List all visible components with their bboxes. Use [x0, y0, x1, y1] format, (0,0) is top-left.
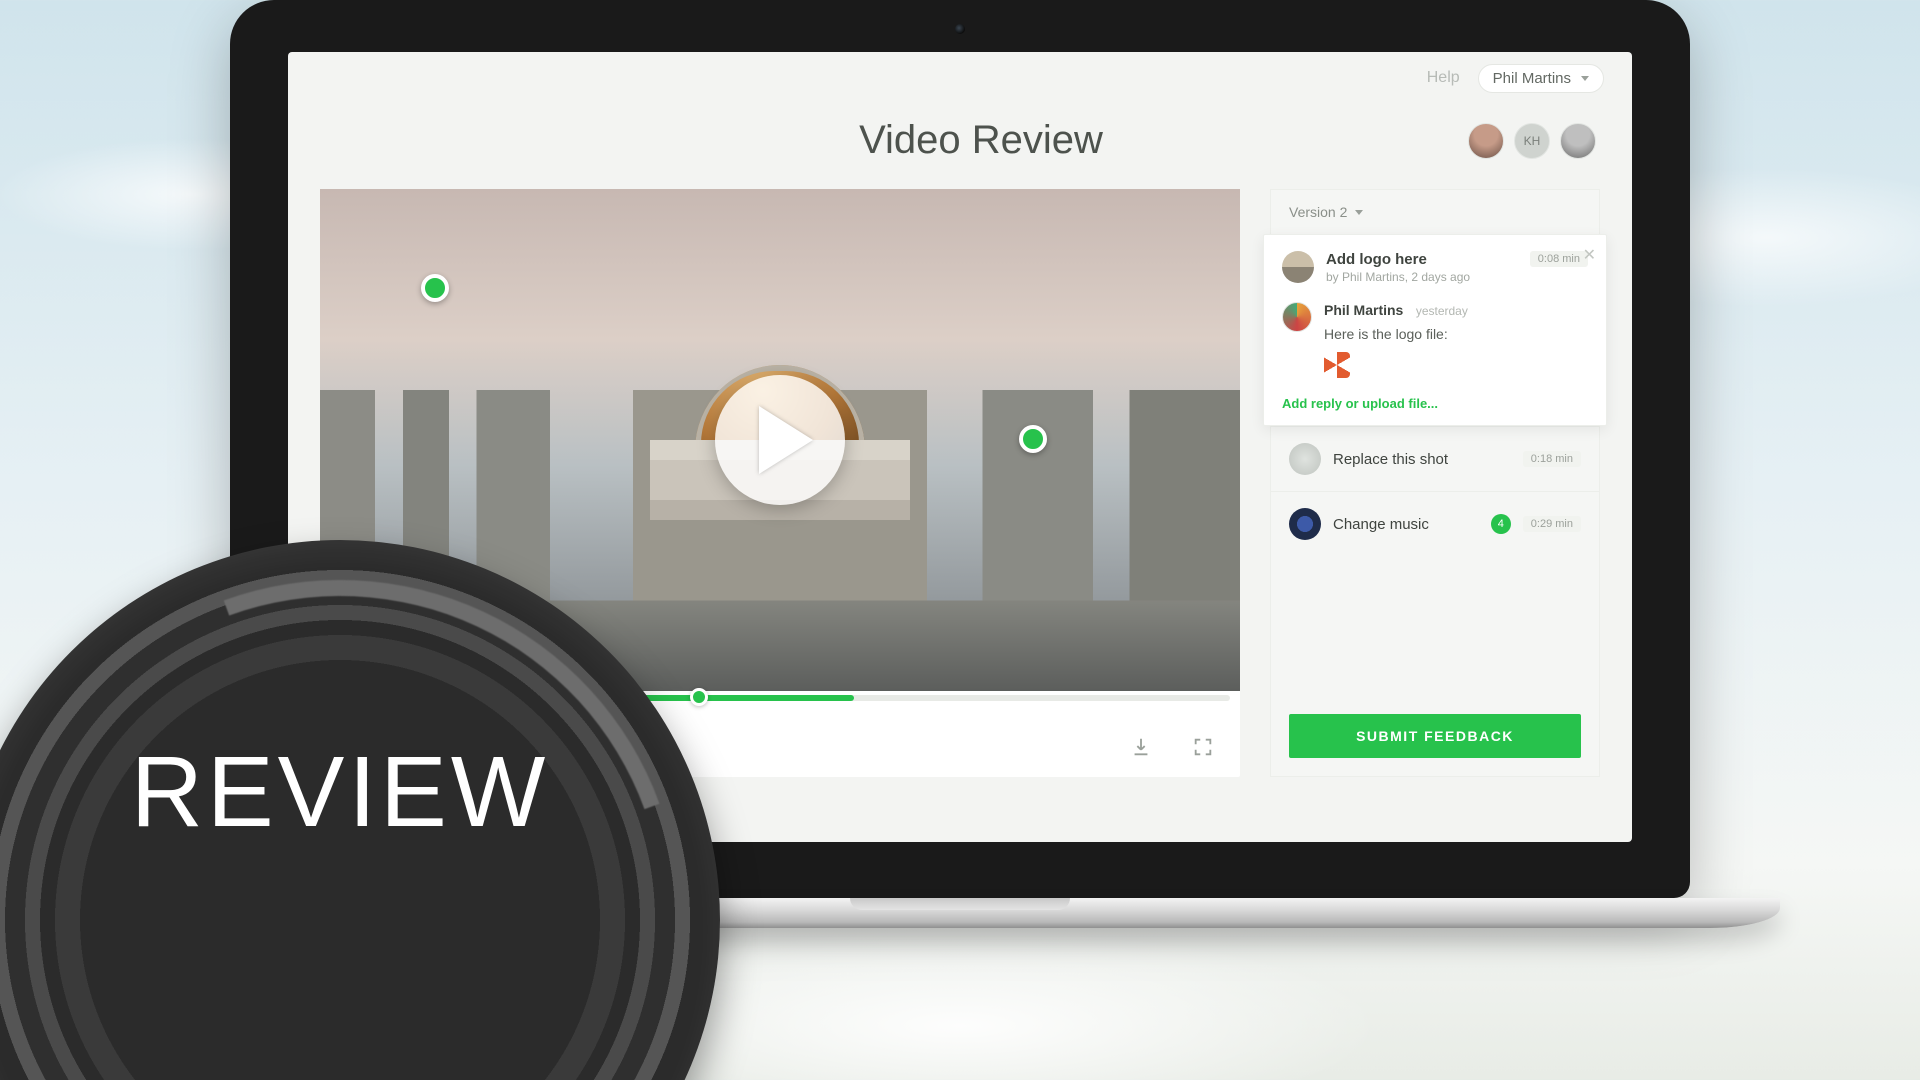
current-user-name: Phil Martins	[1493, 70, 1571, 87]
avatar	[1282, 302, 1312, 332]
comment-thumbnail	[1282, 251, 1314, 283]
comment-list-item[interactable]: Replace this shot 0:18 min	[1271, 426, 1599, 491]
topbar: Help Phil Martins	[288, 52, 1632, 104]
reply-author: Phil Martins	[1324, 302, 1403, 318]
avatar[interactable]	[1468, 123, 1504, 159]
current-user-menu[interactable]: Phil Martins	[1478, 64, 1604, 93]
collaborators: KH	[1468, 123, 1596, 159]
comment-title: Add logo here	[1326, 251, 1518, 268]
page-title: Video Review	[494, 118, 1468, 163]
title-row: Video Review KH	[288, 104, 1632, 189]
comment-card-active: ✕ Add logo here by Phil Martins, 2 days …	[1263, 234, 1607, 426]
laptop-camera	[955, 24, 965, 34]
close-icon[interactable]: ✕	[1583, 245, 1596, 265]
comment-thumbnail	[1289, 508, 1321, 540]
reply-when: yesterday	[1416, 304, 1468, 318]
comment-byline: by Phil Martins, 2 days ago	[1326, 270, 1518, 284]
help-link[interactable]: Help	[1427, 69, 1460, 87]
comment-title: Change music	[1333, 516, 1479, 533]
comment-timecode: 0:29 min	[1523, 516, 1581, 532]
version-select[interactable]: Version 2	[1271, 190, 1599, 234]
chevron-down-icon	[1355, 210, 1363, 215]
fullscreen-icon[interactable]	[1192, 736, 1214, 758]
comment-list-item[interactable]: Change music 4 0:29 min	[1271, 491, 1599, 556]
submit-feedback-button[interactable]: SUBMIT FEEDBACK	[1289, 714, 1581, 758]
laptop-hinge-notch	[850, 898, 1070, 910]
comment-timecode[interactable]: 0:08 min	[1530, 251, 1588, 267]
chevron-down-icon	[1581, 76, 1589, 81]
avatar[interactable]: KH	[1514, 123, 1550, 159]
add-reply-link[interactable]: Add reply or upload file...	[1282, 396, 1588, 411]
comment-title: Replace this shot	[1333, 451, 1511, 468]
play-button[interactable]	[715, 375, 845, 505]
avatar[interactable]	[1560, 123, 1596, 159]
timeline-marker[interactable]	[690, 688, 708, 706]
review-badge-text: REVIEW	[0, 735, 720, 850]
attachment-icon[interactable]	[1324, 352, 1350, 378]
reply-count-badge: 4	[1491, 514, 1511, 534]
version-label: Version 2	[1289, 204, 1347, 220]
comment-list: Replace this shot 0:18 min Change music …	[1271, 426, 1599, 696]
comment-reply: Phil Martins yesterday Here is the logo …	[1282, 302, 1588, 378]
reply-text: Here is the logo file:	[1324, 326, 1588, 342]
annotation-marker[interactable]	[1019, 425, 1047, 453]
comment-timecode: 0:18 min	[1523, 451, 1581, 467]
annotation-marker[interactable]	[421, 274, 449, 302]
comments-sidebar: Version 2 ✕ Add logo here by Phil Martin…	[1270, 189, 1600, 777]
download-icon[interactable]	[1130, 736, 1152, 758]
comment-thumbnail	[1289, 443, 1321, 475]
